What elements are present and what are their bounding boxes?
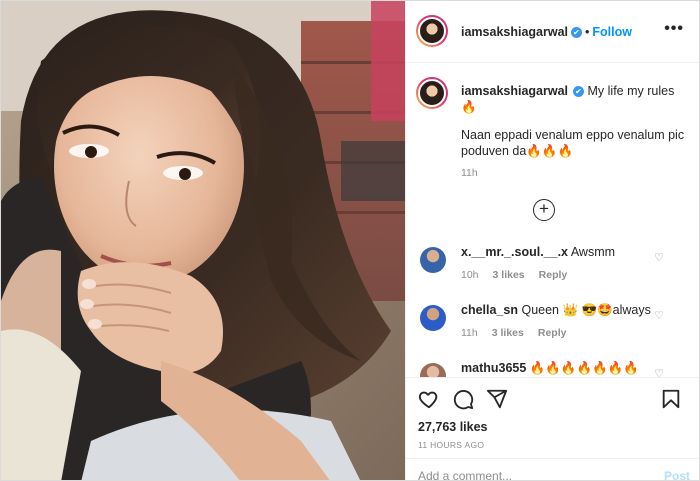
author-line: iamsakshiagarwal ✔ • Follow xyxy=(461,25,632,39)
instagram-post-modal: iamsakshiagarwal ✔ • Follow ••• iamsakshiag… xyxy=(0,0,700,481)
comment-text-line: chella_sn Queen 👑 😎🤩always xyxy=(461,303,651,318)
comment-text: 🔥🔥🔥🔥🔥🔥🔥 xyxy=(529,361,639,375)
comment-username[interactable]: chella_sn xyxy=(461,303,518,317)
comment-like-icon[interactable]: ♡ xyxy=(654,309,664,322)
post-side-panel: iamsakshiagarwal ✔ • Follow ••• iamsakshiag… xyxy=(405,1,699,480)
comment-like-icon[interactable]: ♡ xyxy=(654,251,664,264)
caption-text-2: Naan eppadi venalum eppo venalum pic pod… xyxy=(461,128,685,158)
share-icon[interactable] xyxy=(486,388,508,410)
comment-time[interactable]: 10h xyxy=(461,269,479,281)
comment-text: Queen 👑 😎🤩always xyxy=(521,303,651,317)
add-comment-input[interactable]: Add a comment... xyxy=(418,469,512,480)
comment-avatar[interactable] xyxy=(420,363,446,377)
separator-dot: • xyxy=(585,25,590,39)
author-avatar[interactable] xyxy=(416,15,448,47)
caption-avatar[interactable] xyxy=(416,77,448,109)
follow-button[interactable]: Follow xyxy=(592,25,632,39)
comment-icon[interactable] xyxy=(452,388,474,410)
comment-item: chella_sn Queen 👑 😎🤩always 11h 3 likes Rep… xyxy=(406,303,699,353)
comment-meta: 11h 3 likes Reply xyxy=(461,327,580,339)
heart-icon[interactable] xyxy=(418,388,440,410)
post-comment-button[interactable]: Post xyxy=(664,469,690,480)
comment-text-line: x.__mr._.soul.__.x Awsmm xyxy=(461,245,615,259)
post-photo[interactable] xyxy=(1,1,405,480)
comment-avatar[interactable] xyxy=(420,247,446,273)
more-options-icon[interactable]: ••• xyxy=(664,20,684,38)
comment-username[interactable]: mathu3655 xyxy=(461,361,526,375)
comment-like-icon[interactable]: ♡ xyxy=(654,367,664,377)
add-comment-bar: Add a comment... Post xyxy=(406,458,699,480)
comment-time[interactable]: 11h xyxy=(461,327,478,339)
comment-reply-button[interactable]: Reply xyxy=(539,269,568,281)
comment-username[interactable]: x.__mr._.soul.__.x xyxy=(461,245,568,259)
bookmark-icon[interactable] xyxy=(660,388,682,410)
caption-time[interactable]: 11h xyxy=(461,167,478,179)
comment-avatar[interactable] xyxy=(420,305,446,331)
caption-username[interactable]: iamsakshiagarwal xyxy=(461,84,568,98)
comment-text-line: mathu3655 🔥🔥🔥🔥🔥🔥🔥 xyxy=(461,361,639,376)
post-header: iamsakshiagarwal ✔ • Follow ••• xyxy=(406,1,699,63)
comment-reply-button[interactable]: Reply xyxy=(538,327,567,339)
load-more-comments-icon[interactable]: + xyxy=(533,199,555,221)
comment-likes[interactable]: 3 likes xyxy=(493,269,525,281)
post-photo-image xyxy=(1,1,405,480)
comment-likes[interactable]: 3 likes xyxy=(492,327,524,339)
likes-count[interactable]: 27,763 likes xyxy=(418,420,488,434)
comment-text: Awsmm xyxy=(570,245,616,259)
comment-meta: 10h 3 likes Reply xyxy=(461,269,581,281)
comment-item: mathu3655 🔥🔥🔥🔥🔥🔥🔥 ♡ xyxy=(406,361,699,377)
author-username[interactable]: iamsakshiagarwal xyxy=(461,25,568,39)
caption-verified-icon: ✔ xyxy=(573,86,585,98)
caption-line-1: iamsakshiagarwal ✔ My life my rules 🔥 xyxy=(461,83,691,115)
comment-item: x.__mr._.soul.__.x Awsmm 10h 3 likes Reply… xyxy=(406,245,699,295)
posted-time[interactable]: 11 HOURS AGO xyxy=(418,440,484,450)
post-actions: 27,763 likes 11 HOURS AGO Add a comment.… xyxy=(406,377,699,480)
verified-badge-icon: ✔ xyxy=(571,27,583,39)
